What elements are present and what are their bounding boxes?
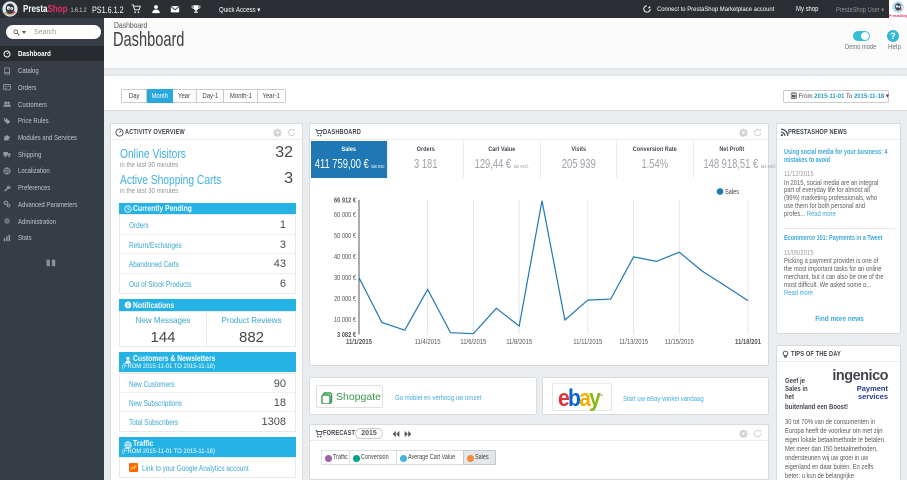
- svg-text:3 082 €: 3 082 €: [337, 332, 356, 339]
- svg-text:11/1/2015: 11/1/2015: [346, 339, 372, 346]
- svg-text:11/11/2015: 11/11/2015: [573, 339, 602, 346]
- svg-text:11/18/201: 11/18/201: [735, 339, 761, 346]
- svg-text:11/4/2015: 11/4/2015: [415, 339, 441, 346]
- svg-text:11/15/2015: 11/15/2015: [665, 339, 694, 346]
- svg-text:11/8/2015: 11/8/2015: [506, 339, 532, 346]
- svg-text:Sales: Sales: [725, 189, 739, 196]
- svg-text:50 000 €: 50 000 €: [334, 233, 356, 240]
- svg-text:11/6/2015: 11/6/2015: [460, 339, 486, 346]
- svg-text:20 000 €: 20 000 €: [334, 296, 356, 303]
- svg-text:30 000 €: 30 000 €: [334, 275, 356, 282]
- svg-text:66 912 €: 66 912 €: [334, 198, 356, 205]
- svg-text:60 000 €: 60 000 €: [334, 212, 356, 219]
- svg-text:11/13/2015: 11/13/2015: [619, 339, 648, 346]
- svg-text:10 000 €: 10 000 €: [334, 317, 356, 324]
- svg-text:40 000 €: 40 000 €: [334, 254, 356, 261]
